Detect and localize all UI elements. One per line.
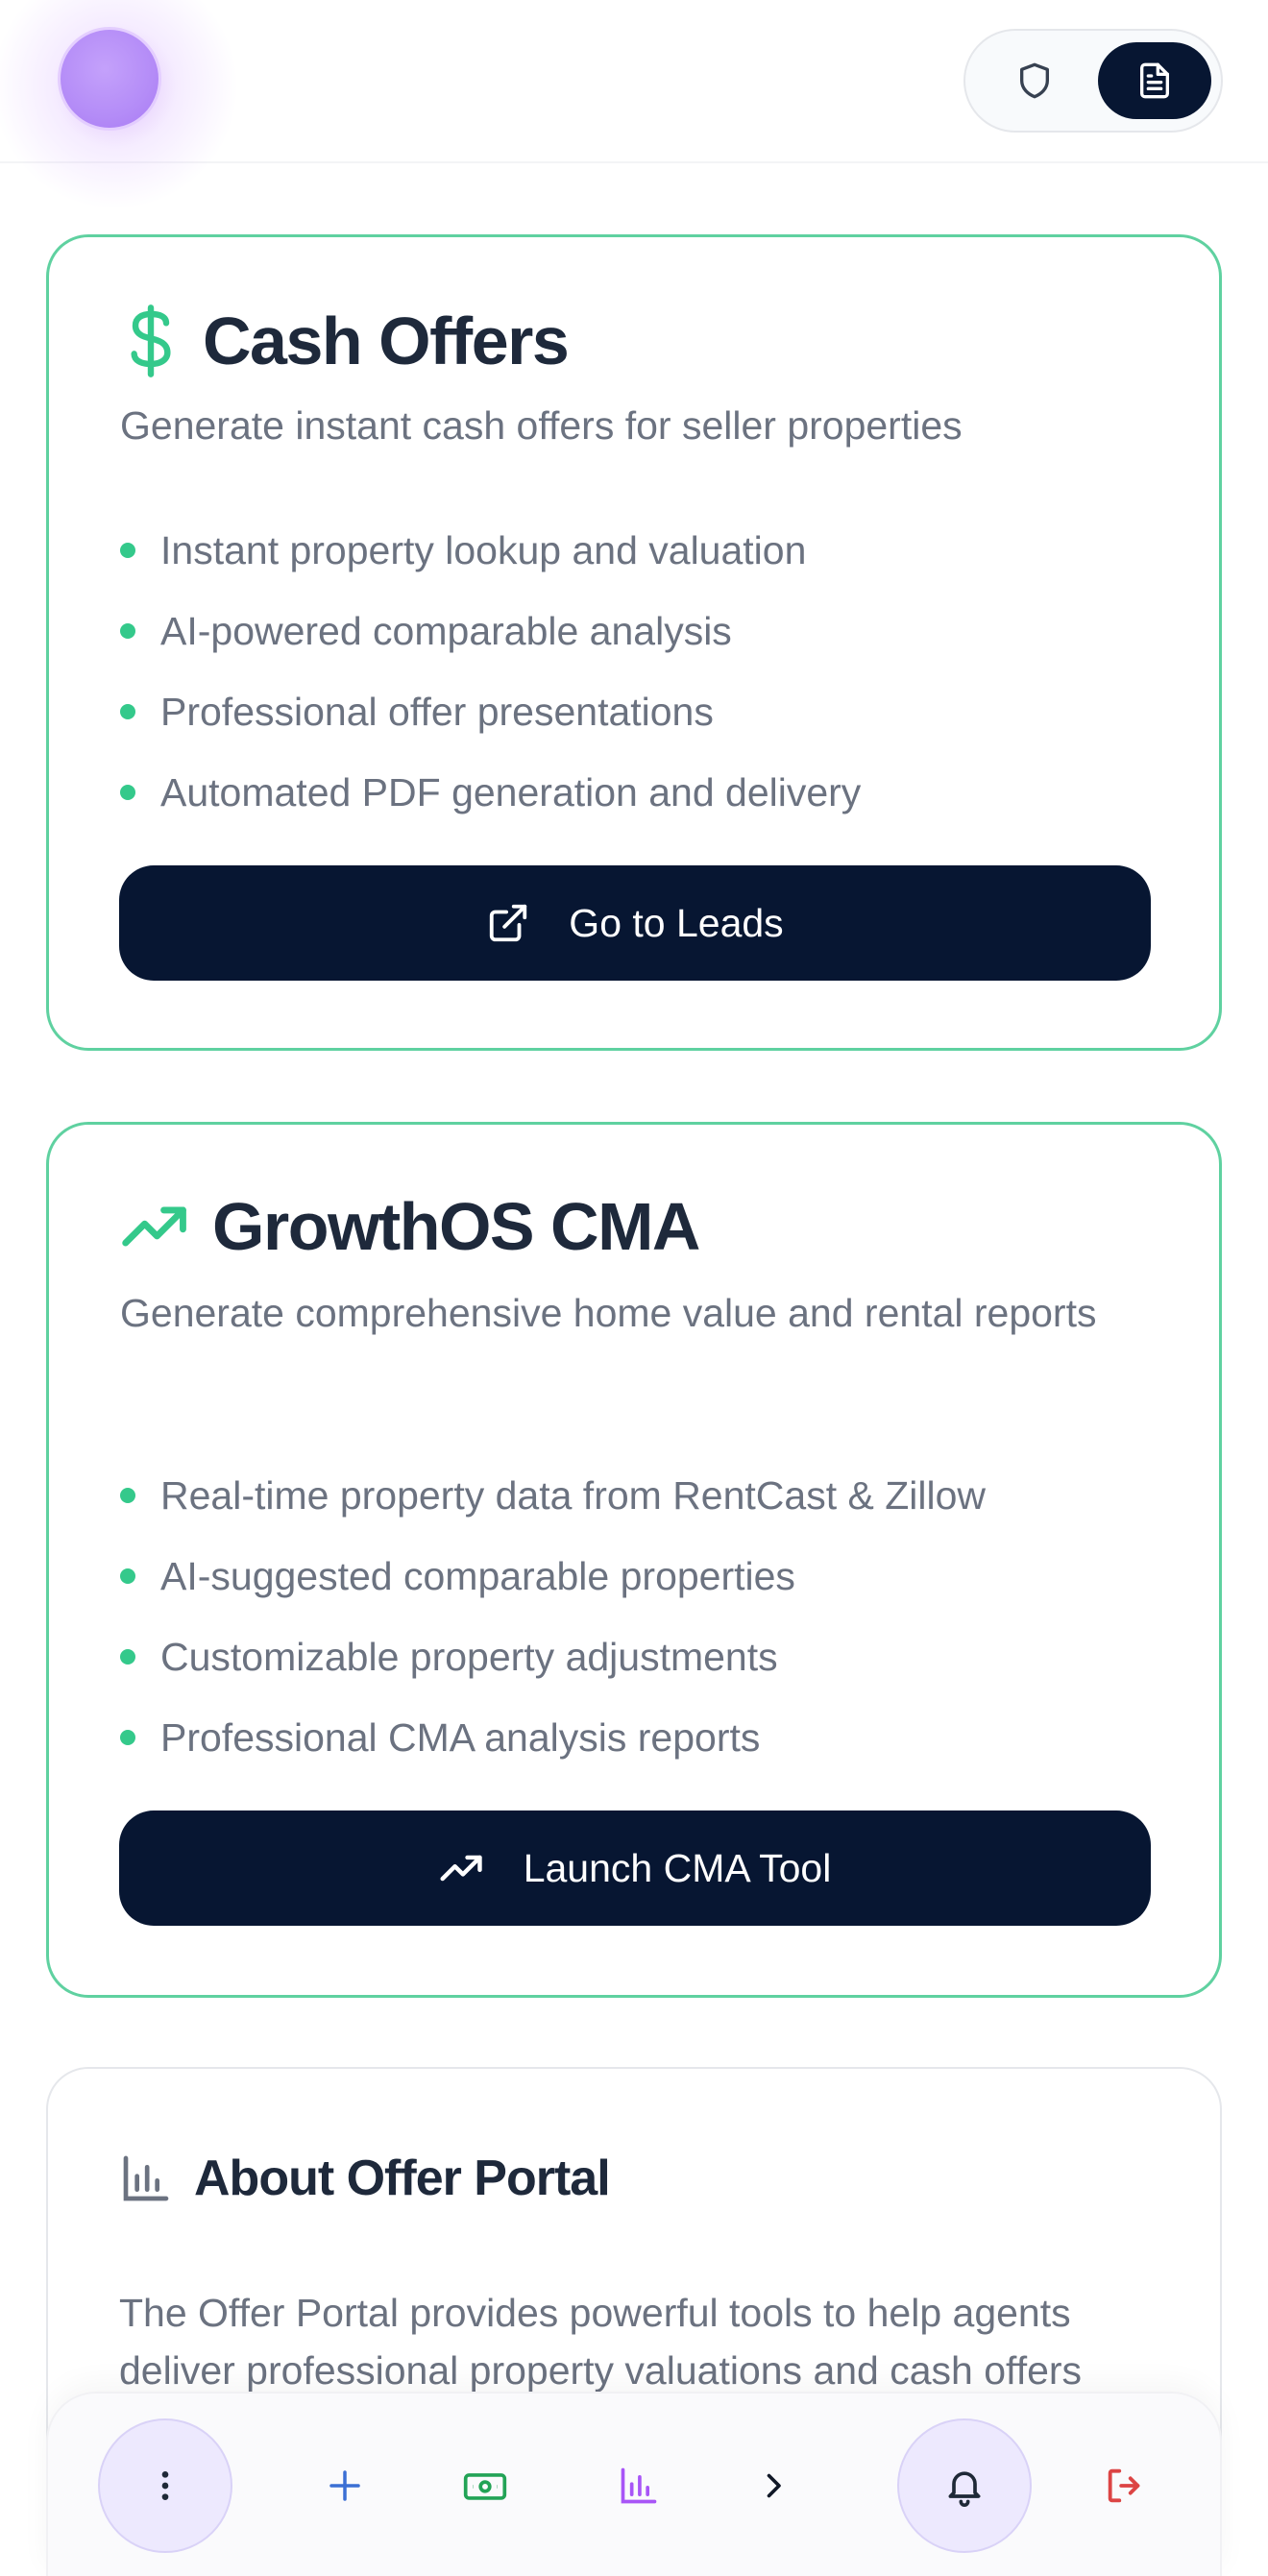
analytics-nav[interactable] [586,2418,692,2553]
bullet-dot [120,704,135,719]
shield-mode-button[interactable] [987,42,1083,119]
top-bar [0,0,1268,221]
list-item: Automated PDF generation and delivery [120,752,861,833]
list-item: AI-powered comparable analysis [120,591,861,671]
cash-offers-title: Cash Offers [203,304,570,378]
bullet-dot [120,543,135,558]
cma-feature-list: Real-time property data from RentCast & … [120,1455,986,1778]
more-icon [161,2471,169,2500]
trending-up-icon [440,1855,482,1882]
cash-offers-card: Cash Offers Generate instant cash offers… [46,234,1222,1051]
list-item: Professional offer presentations [120,671,861,752]
bullet-dot [120,1649,135,1665]
cash-icon [463,2473,507,2500]
about-title: About Offer Portal [194,2151,611,2206]
list-item: Professional CMA analysis reports [120,1697,986,1778]
shield-icon [1020,62,1049,99]
bullet-dot [120,1488,135,1503]
launch-cma-label: Launch CMA Tool [523,1845,832,1890]
add-button[interactable] [292,2418,398,2553]
cma-title: GrowthOS CMA [212,1189,700,1264]
chevron-right-icon [767,2473,781,2498]
about-header: About Offer Portal [119,2150,611,2207]
bar-chart-icon [621,2467,657,2504]
bullet-dot [120,785,135,800]
go-to-leads-button[interactable]: Go to Leads [119,865,1151,981]
bullet-dot [120,1730,135,1745]
bullet-dot [120,1568,135,1584]
cma-card: GrowthOS CMA Generate comprehensive home… [46,1122,1222,1998]
document-icon [1140,62,1169,99]
list-item: Real-time property data from RentCast & … [120,1455,986,1536]
bottom-nav [46,2392,1222,2576]
bullet-dot [120,623,135,639]
launch-cma-button[interactable]: Launch CMA Tool [119,1810,1151,1926]
logout-icon [1108,2468,1140,2503]
list-item: AI-suggested comparable properties [120,1536,986,1616]
cash-offers-header: Cash Offers [120,303,570,379]
notifications-button[interactable] [897,2418,1032,2553]
list-item: Customizable property adjustments [120,1616,986,1697]
avatar[interactable] [58,27,161,131]
mode-toggle [963,29,1223,133]
cash-offers-nav[interactable] [432,2418,538,2553]
cash-offers-feature-list: Instant property lookup and valuation AI… [120,510,861,833]
more-button[interactable] [98,2418,232,2553]
trending-up-icon [122,1206,186,1247]
next-button[interactable] [720,2418,826,2553]
go-to-leads-label: Go to Leads [569,900,784,945]
logout-button[interactable] [1072,2418,1178,2553]
cma-header: GrowthOS CMA [120,1188,700,1265]
about-text: The Offer Portal provides powerful tools… [119,2291,1083,2393]
bell-icon [948,2471,981,2507]
list-item: Instant property lookup and valuation [120,510,861,591]
external-link-icon [490,904,527,942]
cma-subtitle: Generate comprehensive home value and re… [120,1291,1097,1335]
cash-offers-subtitle: Generate instant cash offers for seller … [120,403,963,448]
dollar-icon [131,304,171,377]
bar-chart-icon [123,2155,169,2201]
document-mode-button[interactable] [1098,42,1211,119]
plus-icon [329,2470,360,2501]
